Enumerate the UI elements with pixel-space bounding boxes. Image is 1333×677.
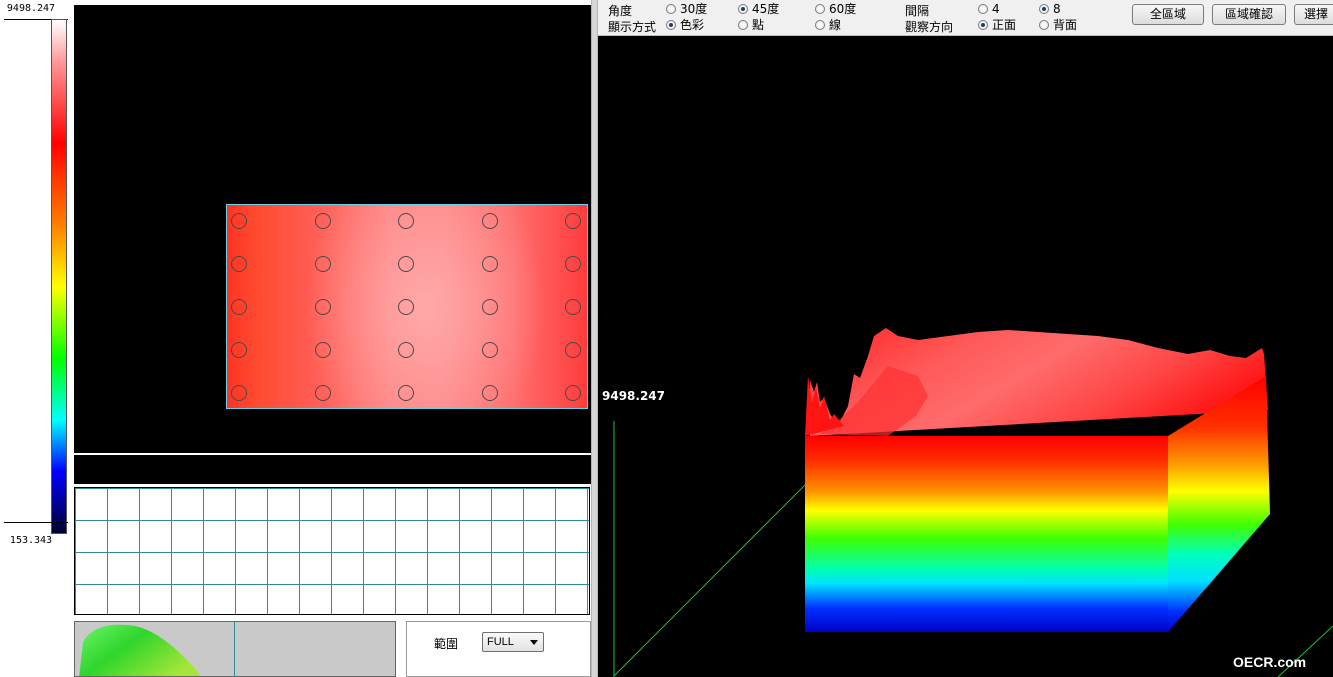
angle-45-radio[interactable]: 45度: [738, 3, 779, 16]
measurement-point[interactable]: [314, 213, 331, 229]
radio-icon: [978, 4, 988, 14]
measurement-point[interactable]: [314, 256, 331, 272]
measurement-point[interactable]: [398, 213, 414, 229]
range-dropdown-value: FULL: [487, 636, 514, 648]
scale-min-label: 153.343: [9, 535, 53, 546]
range-label: 範圍: [434, 637, 459, 651]
radio-icon: [815, 20, 825, 30]
image-lower-strip: [74, 455, 591, 484]
radio-selected-icon: [738, 4, 748, 14]
depth-axis-line: [613, 483, 807, 677]
radio-icon: [738, 20, 748, 30]
display-point-radio[interactable]: 點: [738, 19, 764, 32]
measurement-point[interactable]: [481, 299, 498, 315]
surface-front-face: [805, 436, 1168, 632]
measurement-point[interactable]: [314, 299, 331, 315]
measurement-point[interactable]: [481, 213, 498, 229]
angle-label: 角度: [608, 4, 633, 18]
display-mode-label: 顯示方式: [608, 20, 657, 34]
radio-selected-icon: [1039, 4, 1049, 14]
measurement-point[interactable]: [565, 213, 581, 229]
measurement-point[interactable]: [314, 342, 331, 358]
measurement-point[interactable]: [231, 213, 247, 229]
view-direction-label: 觀察方向: [905, 20, 954, 34]
measurement-point[interactable]: [231, 385, 247, 401]
measurement-point[interactable]: [314, 385, 331, 401]
display-color-radio[interactable]: 色彩: [666, 19, 704, 32]
measurement-point[interactable]: [231, 256, 247, 272]
measurement-point[interactable]: [565, 342, 581, 358]
max-value-label: 9498.247: [602, 389, 666, 403]
interval-label: 間隔: [905, 4, 930, 18]
view-toolbar: 角度 顯示方式 30度 45度 60度 色彩 點 線 間隔 觀察方向 4 8 正…: [598, 0, 1333, 36]
color-scale-bar: [51, 19, 67, 534]
pane-splitter[interactable]: [591, 0, 598, 677]
data-grid[interactable]: [74, 487, 590, 615]
chromaticity-divider: [234, 621, 235, 677]
radio-selected-icon: [666, 20, 676, 30]
radio-icon: [1039, 20, 1049, 30]
chromaticity-curve-svg: [79, 624, 202, 676]
measurement-point[interactable]: [398, 342, 414, 358]
radio-icon: [815, 4, 825, 14]
measurement-point[interactable]: [398, 256, 414, 272]
scale-max-label: 9498.247: [6, 3, 56, 14]
radio-selected-icon: [978, 20, 988, 30]
measurement-point[interactable]: [398, 385, 414, 401]
watermark-text: OECR.com: [1233, 654, 1307, 670]
measurement-point[interactable]: [231, 299, 247, 315]
radio-icon: [666, 4, 676, 14]
chromaticity-diagram: [74, 621, 396, 677]
view-back-radio[interactable]: 背面: [1039, 19, 1077, 32]
view-front-radio[interactable]: 正面: [978, 19, 1016, 32]
scale-bottom-line: [4, 522, 68, 523]
measurement-point[interactable]: [565, 299, 581, 315]
select-button[interactable]: 選擇: [1294, 4, 1333, 25]
measurement-point[interactable]: [481, 385, 498, 401]
interval-8-radio[interactable]: 8: [1039, 3, 1061, 16]
surface-3d-svg: [613, 328, 1333, 677]
measurement-point[interactable]: [231, 342, 247, 358]
interval-4-radio[interactable]: 4: [978, 3, 1000, 16]
display-line-radio[interactable]: 線: [815, 19, 841, 32]
measurement-point[interactable]: [398, 299, 414, 315]
measurement-point[interactable]: [565, 256, 581, 272]
measurement-point[interactable]: [481, 342, 498, 358]
measurement-point[interactable]: [565, 385, 581, 401]
measurement-point[interactable]: [481, 256, 498, 272]
chromaticity-locus: [79, 624, 202, 676]
angle-30-radio[interactable]: 30度: [666, 3, 707, 16]
confirm-area-button[interactable]: 區域確認: [1212, 4, 1286, 25]
full-area-button[interactable]: 全區域: [1132, 4, 1204, 25]
range-dropdown[interactable]: FULL: [482, 632, 544, 652]
surface-3d-view[interactable]: [598, 36, 1333, 677]
chevron-down-icon: [530, 640, 538, 645]
angle-60-radio[interactable]: 60度: [815, 3, 856, 16]
